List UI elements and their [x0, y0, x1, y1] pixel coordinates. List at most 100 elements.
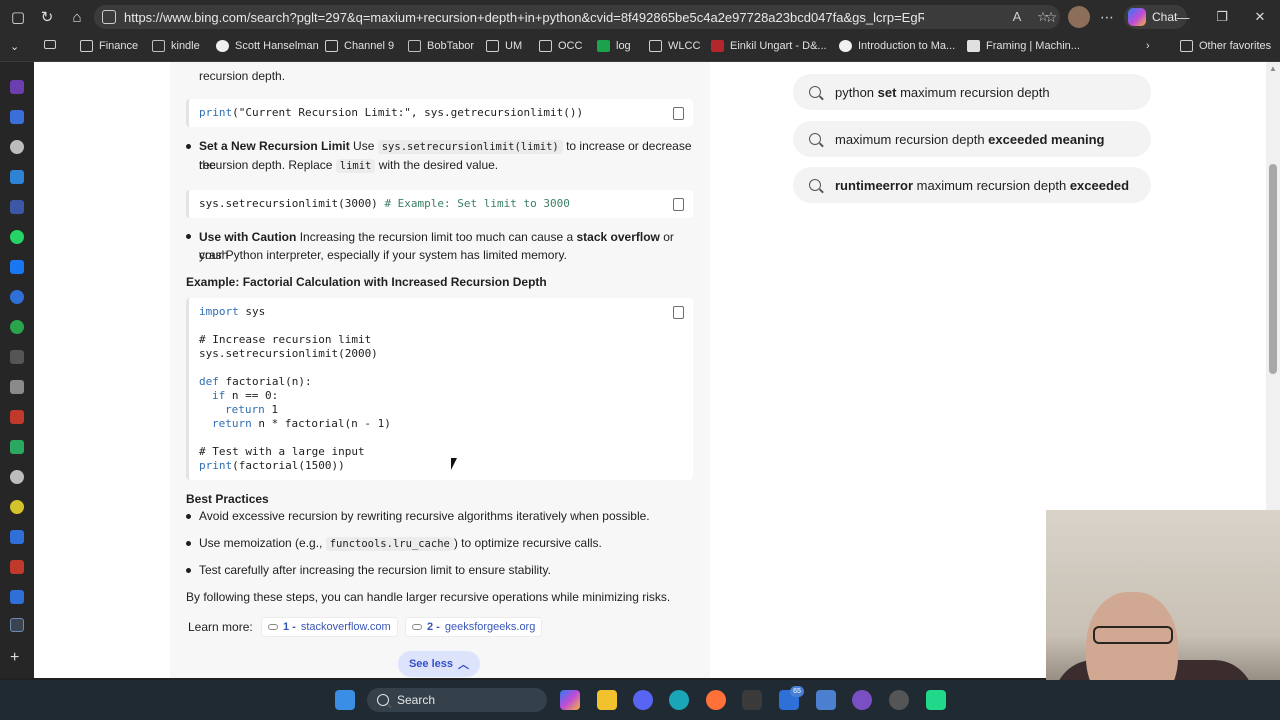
- code-line: print(factorial(1500)): [199, 459, 345, 472]
- code-line: # Test with a large input: [199, 445, 365, 458]
- restore-icon[interactable]: ❐: [1202, 0, 1242, 34]
- folder-icon: [649, 40, 662, 52]
- copy-icon[interactable]: [673, 306, 684, 319]
- refresh-icon[interactable]: ↻: [32, 2, 62, 32]
- fav-um[interactable]: UM: [486, 40, 522, 52]
- link-icon: [412, 624, 422, 630]
- code-line: sys.setrecursionlimit(2000): [199, 347, 378, 360]
- source-link-geeksforgeeks[interactable]: 2 - geeksforgeeks.org: [405, 617, 543, 637]
- link-icon: [268, 624, 278, 630]
- code-block-2: sys.setrecursionlimit(3000) # Example: S…: [186, 190, 693, 218]
- profile-avatar[interactable]: [1068, 6, 1090, 28]
- collections-icon[interactable]: [44, 40, 56, 49]
- copy-icon[interactable]: [673, 107, 684, 120]
- file-explorer-icon[interactable]: [597, 690, 617, 710]
- fav-channel9[interactable]: Channel 9: [325, 40, 394, 52]
- sidebar-app-icon[interactable]: [10, 560, 24, 574]
- see-less-button[interactable]: See less ︿: [398, 651, 480, 677]
- scroll-up-icon[interactable]: ▲: [1269, 64, 1277, 73]
- related-search-item[interactable]: runtimeerror maximum recursion depth exc…: [793, 167, 1151, 203]
- fav-log[interactable]: log: [597, 40, 631, 52]
- sidebar-app-icon[interactable]: [10, 380, 24, 394]
- app-icon[interactable]: [889, 690, 909, 710]
- read-aloud-icon[interactable]: A: [1006, 9, 1028, 25]
- favorites-overflow-icon[interactable]: ⌄: [10, 40, 19, 53]
- site-icon: [408, 40, 421, 52]
- firefox-icon[interactable]: [706, 690, 726, 710]
- code-block-1: print("Current Recursion Limit:", sys.ge…: [186, 99, 693, 127]
- site-icon: [711, 40, 724, 52]
- copilot-icon[interactable]: [560, 690, 580, 710]
- favorites-icon[interactable]: ☆: [1040, 9, 1062, 26]
- taskbar-search[interactable]: Search: [367, 688, 547, 712]
- search-icon: [809, 86, 821, 98]
- sidebar-app-icon[interactable]: [10, 320, 24, 334]
- search-icon[interactable]: [10, 618, 24, 632]
- sidebar-app-icon[interactable]: [10, 290, 24, 304]
- add-icon[interactable]: +: [10, 650, 24, 666]
- fav-kindle[interactable]: kindle: [152, 40, 200, 52]
- site-info-icon[interactable]: [102, 10, 116, 24]
- sidebar-app-icon[interactable]: [10, 80, 24, 94]
- close-icon[interactable]: ✕: [1240, 0, 1280, 34]
- related-search-item[interactable]: maximum recursion depth exceeded meaning: [793, 121, 1151, 157]
- favorites-more-icon[interactable]: ›: [1146, 40, 1150, 52]
- webcam-person-glasses: [1093, 626, 1173, 644]
- sidebar-app-icon[interactable]: [10, 440, 24, 454]
- address-bar[interactable]: https://www.bing.com/search?pglt=297&q=m…: [94, 5, 1060, 29]
- fav-introduction[interactable]: Introduction to Ma...: [839, 40, 955, 52]
- discord-icon[interactable]: [633, 690, 653, 710]
- fav-einkil-ungart[interactable]: Einkil Ungart - D&...: [711, 40, 827, 52]
- scrollbar-thumb[interactable]: [1269, 164, 1277, 374]
- code-line: # Increase recursion limit: [199, 333, 372, 346]
- facebook-icon[interactable]: [10, 260, 24, 274]
- edge-icon[interactable]: [669, 690, 689, 710]
- notification-badge: 65: [790, 686, 804, 697]
- fav-other-favorites[interactable]: Other favorites: [1180, 40, 1271, 52]
- pycharm-icon[interactable]: [926, 690, 946, 710]
- github-desktop-icon[interactable]: [852, 690, 872, 710]
- sidebar-app-icon[interactable]: [10, 500, 24, 514]
- whatsapp-icon[interactable]: [10, 230, 24, 244]
- notepad-icon[interactable]: [816, 690, 836, 710]
- fav-occ[interactable]: OCC: [539, 40, 582, 52]
- intro-tail-text: recursion depth.: [199, 69, 286, 83]
- sidebar-app-icon[interactable]: [10, 590, 24, 604]
- caution-item-line2: your Python interpreter, especially if y…: [199, 248, 567, 262]
- fav-bobtabor[interactable]: BobTabor: [408, 40, 474, 52]
- sidebar-app-icon[interactable]: [10, 110, 24, 124]
- fav-finance[interactable]: Finance: [80, 40, 138, 52]
- inline-code: functools.lru_cache: [325, 537, 454, 551]
- google-icon: [839, 40, 852, 52]
- code-line: return n * factorial(n - 1): [212, 417, 391, 430]
- related-search-item[interactable]: python set maximum recursion depth: [793, 74, 1151, 110]
- folder-icon: [486, 40, 499, 52]
- source-link-stackoverflow[interactable]: 1 - stackoverflow.com: [261, 617, 398, 637]
- sidebar-app-icon[interactable]: [10, 530, 24, 544]
- windows-start-icon[interactable]: [335, 690, 355, 710]
- terminal-icon[interactable]: [742, 690, 762, 710]
- kindle-icon: [152, 40, 165, 52]
- sidebar-app-icon[interactable]: [10, 170, 24, 184]
- folder-icon: [539, 40, 552, 52]
- fav-framing[interactable]: Framing | Machin...: [967, 40, 1080, 52]
- more-options-icon[interactable]: ⋯: [1096, 9, 1118, 26]
- best-practices-heading: Best Practices: [186, 492, 269, 506]
- home-icon[interactable]: ⌂: [62, 2, 92, 32]
- github-icon[interactable]: [10, 470, 24, 484]
- search-icon: [809, 133, 821, 145]
- code-line: if n == 0:: [212, 389, 279, 402]
- url-text[interactable]: https://www.bing.com/search?pglt=297&q=m…: [124, 10, 924, 25]
- sidebar-app-icon[interactable]: [10, 350, 24, 364]
- sidebar-app-icon[interactable]: [10, 200, 24, 214]
- sidebar-app-icon[interactable]: [10, 410, 24, 424]
- fav-wlcc[interactable]: WLCC: [649, 40, 700, 52]
- github-icon[interactable]: [10, 140, 24, 154]
- copy-icon[interactable]: [673, 198, 684, 211]
- bullet-icon: [186, 234, 191, 239]
- fav-scott-hanselman[interactable]: Scott Hanselman: [216, 40, 319, 52]
- taskbar: Search: [0, 680, 1280, 720]
- minimize-icon[interactable]: —: [1163, 0, 1203, 34]
- tab-actions-icon[interactable]: ▢: [3, 2, 33, 32]
- copilot-icon: [1128, 8, 1146, 26]
